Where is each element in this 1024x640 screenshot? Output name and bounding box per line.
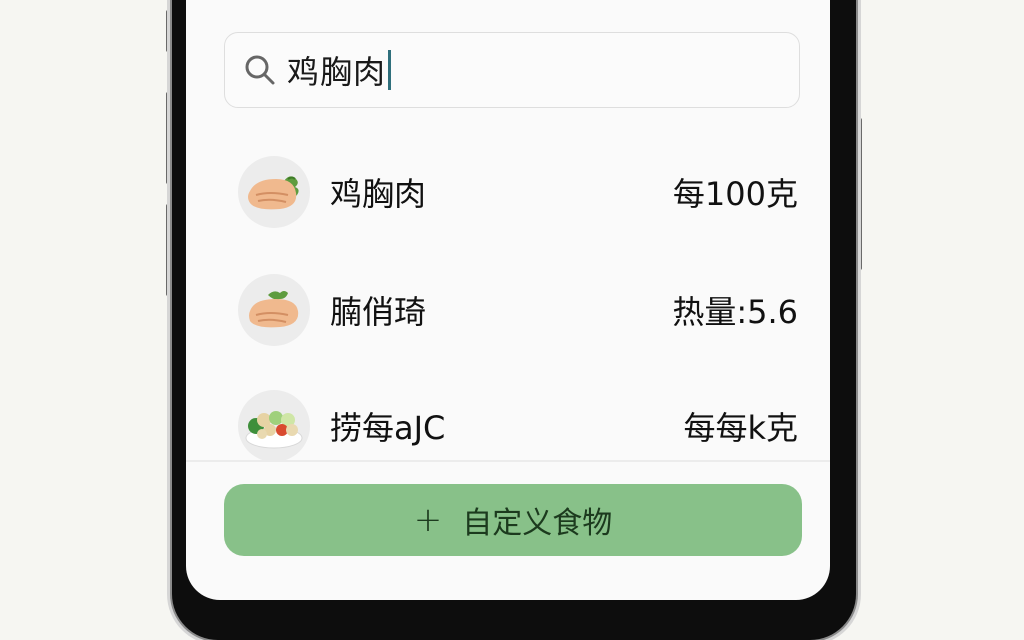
text-caret [388,50,392,90]
result-item[interactable]: 捞每aJC 每每k克 [238,388,798,464]
chicken-breast-icon [238,156,310,228]
salad-bowl-icon [238,390,310,462]
chicken-breast-icon [238,274,310,346]
plus-icon: + [413,500,443,540]
side-button-right [856,118,862,270]
result-item[interactable]: 鸡胸肉 每100克 [238,154,798,230]
result-meta: 每每k克 [683,409,798,447]
add-custom-food-label: 自定义食物 [462,506,613,541]
result-meta: 每100克 [672,175,798,213]
result-meta: 热量:5.6 [672,293,798,331]
divider [186,460,830,462]
search-input[interactable]: 鸡胸肉 [287,47,386,93]
result-name: 腩俏琦 [330,293,427,331]
result-name: 鸡胸肉 [330,175,427,213]
search-field[interactable]: 鸡胸肉 [224,32,800,108]
result-item[interactable]: 腩俏琦 热量:5.6 [238,272,798,348]
add-custom-food-button[interactable]: + 自定义食物 [224,484,802,556]
result-name: 捞每aJC [330,409,446,447]
search-icon [243,53,277,87]
phone-screen: 鸡胸肉 鸡胸肉 每100克 腩俏琦 热量:5.6 捞每aJC 每每k克 + 自定… [186,0,830,600]
